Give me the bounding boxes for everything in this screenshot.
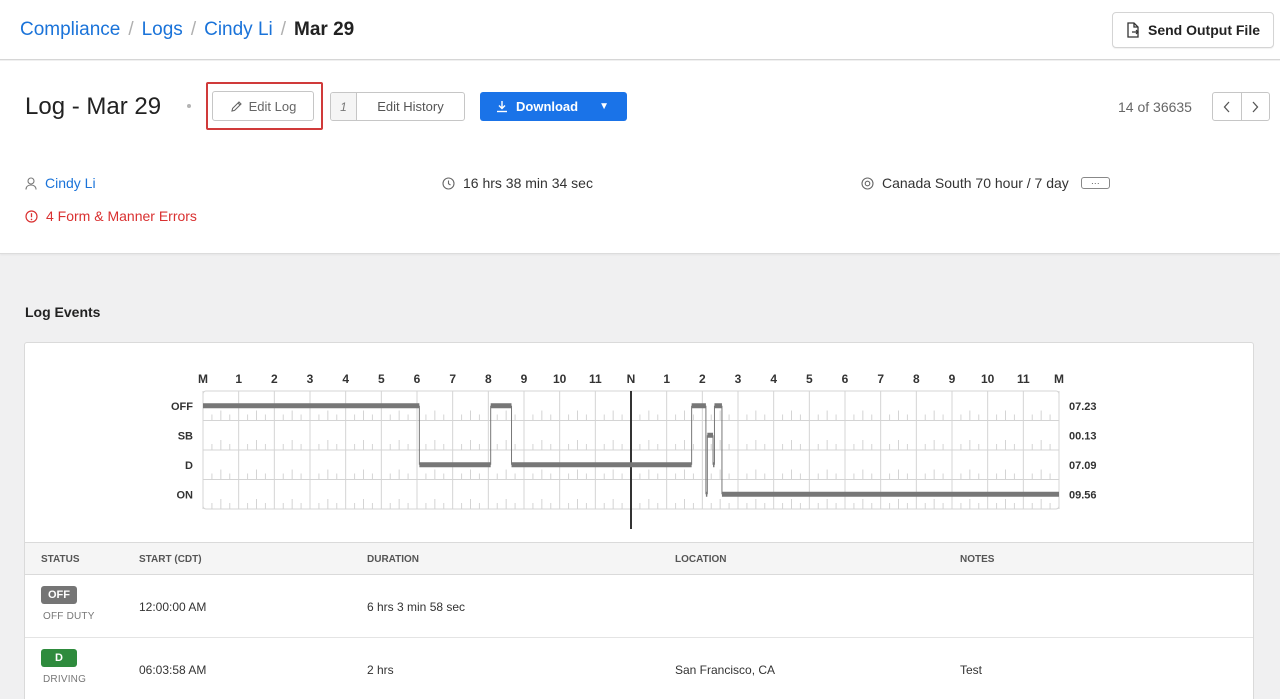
chevron-right-icon bbox=[1252, 101, 1259, 112]
download-icon bbox=[497, 101, 507, 113]
graph-hour-label: 4 bbox=[342, 372, 349, 386]
graph-hour-label: M bbox=[198, 372, 208, 386]
next-log-button[interactable] bbox=[1240, 93, 1270, 120]
edit-log-label: Edit Log bbox=[248, 98, 297, 114]
graph-hour-label: 5 bbox=[378, 372, 385, 386]
pager-count: 14 of 36635 bbox=[1118, 99, 1192, 115]
graph-row-label: SB bbox=[178, 430, 193, 442]
target-icon bbox=[861, 176, 874, 190]
graph-hour-label: 4 bbox=[770, 372, 777, 386]
graph-hour-label: 6 bbox=[842, 372, 849, 386]
edit-log-button[interactable]: Edit Log bbox=[212, 91, 314, 121]
graph-hour-label: 2 bbox=[271, 372, 278, 386]
column-notes: NOTES bbox=[960, 554, 995, 565]
graph-row-total: 07.23 bbox=[1069, 401, 1097, 413]
graph-row-total: 09.56 bbox=[1069, 489, 1097, 501]
breadcrumb-separator: / bbox=[280, 19, 287, 40]
duration-text: 16 hrs 38 min 34 sec bbox=[463, 175, 593, 191]
pencil-icon bbox=[230, 100, 242, 112]
graph-hour-label: 8 bbox=[485, 372, 492, 386]
graph-hour-label: 6 bbox=[414, 372, 421, 386]
table-row[interactable]: D DRIVING 06:03:58 AM 2 hrs San Francisc… bbox=[25, 638, 1253, 699]
location: San Francisco, CA bbox=[675, 663, 776, 677]
graph-hour-label: 5 bbox=[806, 372, 813, 386]
log-duration: 16 hrs 38 min 34 sec bbox=[442, 175, 593, 191]
user-icon bbox=[25, 176, 37, 190]
edit-history-button[interactable]: 1 Edit History bbox=[330, 92, 465, 121]
send-output-file-button[interactable]: Send Output File bbox=[1112, 12, 1274, 48]
graph-hour-label: 11 bbox=[1017, 372, 1030, 386]
status-badge: OFF bbox=[41, 586, 77, 604]
log-header-card: Log - Mar 29 Edit Log 1 Edit History Dow… bbox=[0, 61, 1280, 254]
breadcrumb-current: Mar 29 bbox=[294, 19, 355, 40]
breadcrumb-logs[interactable]: Logs bbox=[142, 19, 183, 41]
events-table-header: STATUS START (CDT) DURATION LOCATION NOT… bbox=[25, 542, 1253, 575]
start-time: 06:03:58 AM bbox=[139, 663, 207, 677]
duration: 6 hrs 3 min 58 sec bbox=[367, 600, 466, 614]
column-status: STATUS bbox=[41, 554, 80, 565]
column-location: LOCATION bbox=[675, 554, 727, 565]
breadcrumb-driver[interactable]: Cindy Li bbox=[204, 19, 273, 41]
previous-log-button[interactable] bbox=[1213, 93, 1241, 120]
hos-graph: M 1 2 3 4 5 6 7 8 9 10 11 N 1 2 3 4 5 6 7 8 9 10 11 M OFF 07.23 SB 0… bbox=[25, 343, 1253, 543]
graph-row-label: OFF bbox=[171, 401, 193, 413]
top-bar: Compliance / Logs / Cindy Li / Mar 29 Se… bbox=[0, 0, 1280, 60]
clock-icon bbox=[442, 176, 455, 190]
download-button[interactable]: Download ▼ bbox=[480, 92, 627, 121]
graph-row-total: 07.09 bbox=[1069, 460, 1097, 472]
log-events-title: Log Events bbox=[25, 304, 101, 320]
hos-ruleset: Canada South 70 hour / 7 day ··· bbox=[861, 175, 1110, 191]
ruleset-text: Canada South 70 hour / 7 day bbox=[882, 175, 1069, 191]
breadcrumb-separator: / bbox=[128, 19, 134, 40]
graph-hour-label: 7 bbox=[449, 372, 456, 386]
column-duration: DURATION bbox=[367, 554, 420, 565]
graph-hour-label: M bbox=[1054, 372, 1064, 386]
graph-hour-label: 3 bbox=[307, 372, 314, 386]
status-label: OFF DUTY bbox=[43, 611, 95, 622]
graph-hour-label: 9 bbox=[949, 372, 956, 386]
pager bbox=[1212, 92, 1270, 121]
page-title: Log - Mar 29 bbox=[25, 93, 162, 120]
start-time: 12:00:00 AM bbox=[139, 600, 207, 614]
graph-hour-label: N bbox=[627, 372, 636, 386]
breadcrumb: Compliance / Logs / Cindy Li / Mar 29 bbox=[20, 19, 354, 41]
breadcrumb-compliance[interactable]: Compliance bbox=[20, 19, 120, 41]
errors-text: 4 Form & Manner Errors bbox=[46, 208, 197, 224]
edit-history-count: 1 bbox=[331, 93, 357, 120]
caret-down-icon[interactable]: ▼ bbox=[599, 101, 609, 112]
status-badge: D bbox=[41, 649, 77, 667]
graph-hour-label: 9 bbox=[521, 372, 528, 386]
more-options-button[interactable]: ··· bbox=[1080, 177, 1110, 189]
hos-graph-svg: M 1 2 3 4 5 6 7 8 9 10 11 N 1 2 3 4 5 6 7 8 9 10 11 M OFF 07.23 SB 0… bbox=[171, 372, 1097, 529]
graph-row-label: D bbox=[185, 460, 193, 472]
graph-row-label: ON bbox=[177, 489, 194, 501]
alert-circle-icon bbox=[25, 209, 38, 223]
duration: 2 hrs bbox=[367, 663, 394, 677]
graph-hour-label: 1 bbox=[235, 372, 242, 386]
table-row[interactable]: OFF OFF DUTY 12:00:00 AM 6 hrs 3 min 58 … bbox=[25, 575, 1253, 638]
graph-hour-label: 10 bbox=[553, 372, 567, 386]
column-start: START (CDT) bbox=[139, 554, 202, 565]
send-output-file-label: Send Output File bbox=[1148, 22, 1260, 38]
breadcrumb-separator: / bbox=[190, 19, 197, 40]
edit-history-label: Edit History bbox=[377, 99, 444, 114]
driver-link[interactable]: Cindy Li bbox=[25, 175, 96, 191]
graph-hour-label: 8 bbox=[913, 372, 920, 386]
graph-row-total: 00.13 bbox=[1069, 430, 1097, 442]
graph-hour-label: 3 bbox=[735, 372, 742, 386]
graph-hour-label: 10 bbox=[981, 372, 995, 386]
graph-hour-label: 7 bbox=[877, 372, 884, 386]
graph-hour-label: 2 bbox=[699, 372, 706, 386]
notes: Test bbox=[960, 663, 983, 677]
download-label: Download bbox=[516, 99, 579, 114]
chevron-left-icon bbox=[1223, 101, 1230, 112]
title-separator-dot bbox=[187, 104, 191, 108]
driver-name: Cindy Li bbox=[45, 175, 96, 191]
graph-hour-label: 1 bbox=[663, 372, 670, 386]
form-manner-errors[interactable]: 4 Form & Manner Errors bbox=[25, 208, 197, 224]
log-events-card: M 1 2 3 4 5 6 7 8 9 10 11 N 1 2 3 4 5 6 7 8 9 10 11 M OFF 07.23 SB 0… bbox=[24, 342, 1254, 699]
file-export-icon bbox=[1127, 22, 1139, 38]
graph-hour-label: 11 bbox=[589, 372, 602, 386]
status-label: DRIVING bbox=[43, 674, 87, 685]
